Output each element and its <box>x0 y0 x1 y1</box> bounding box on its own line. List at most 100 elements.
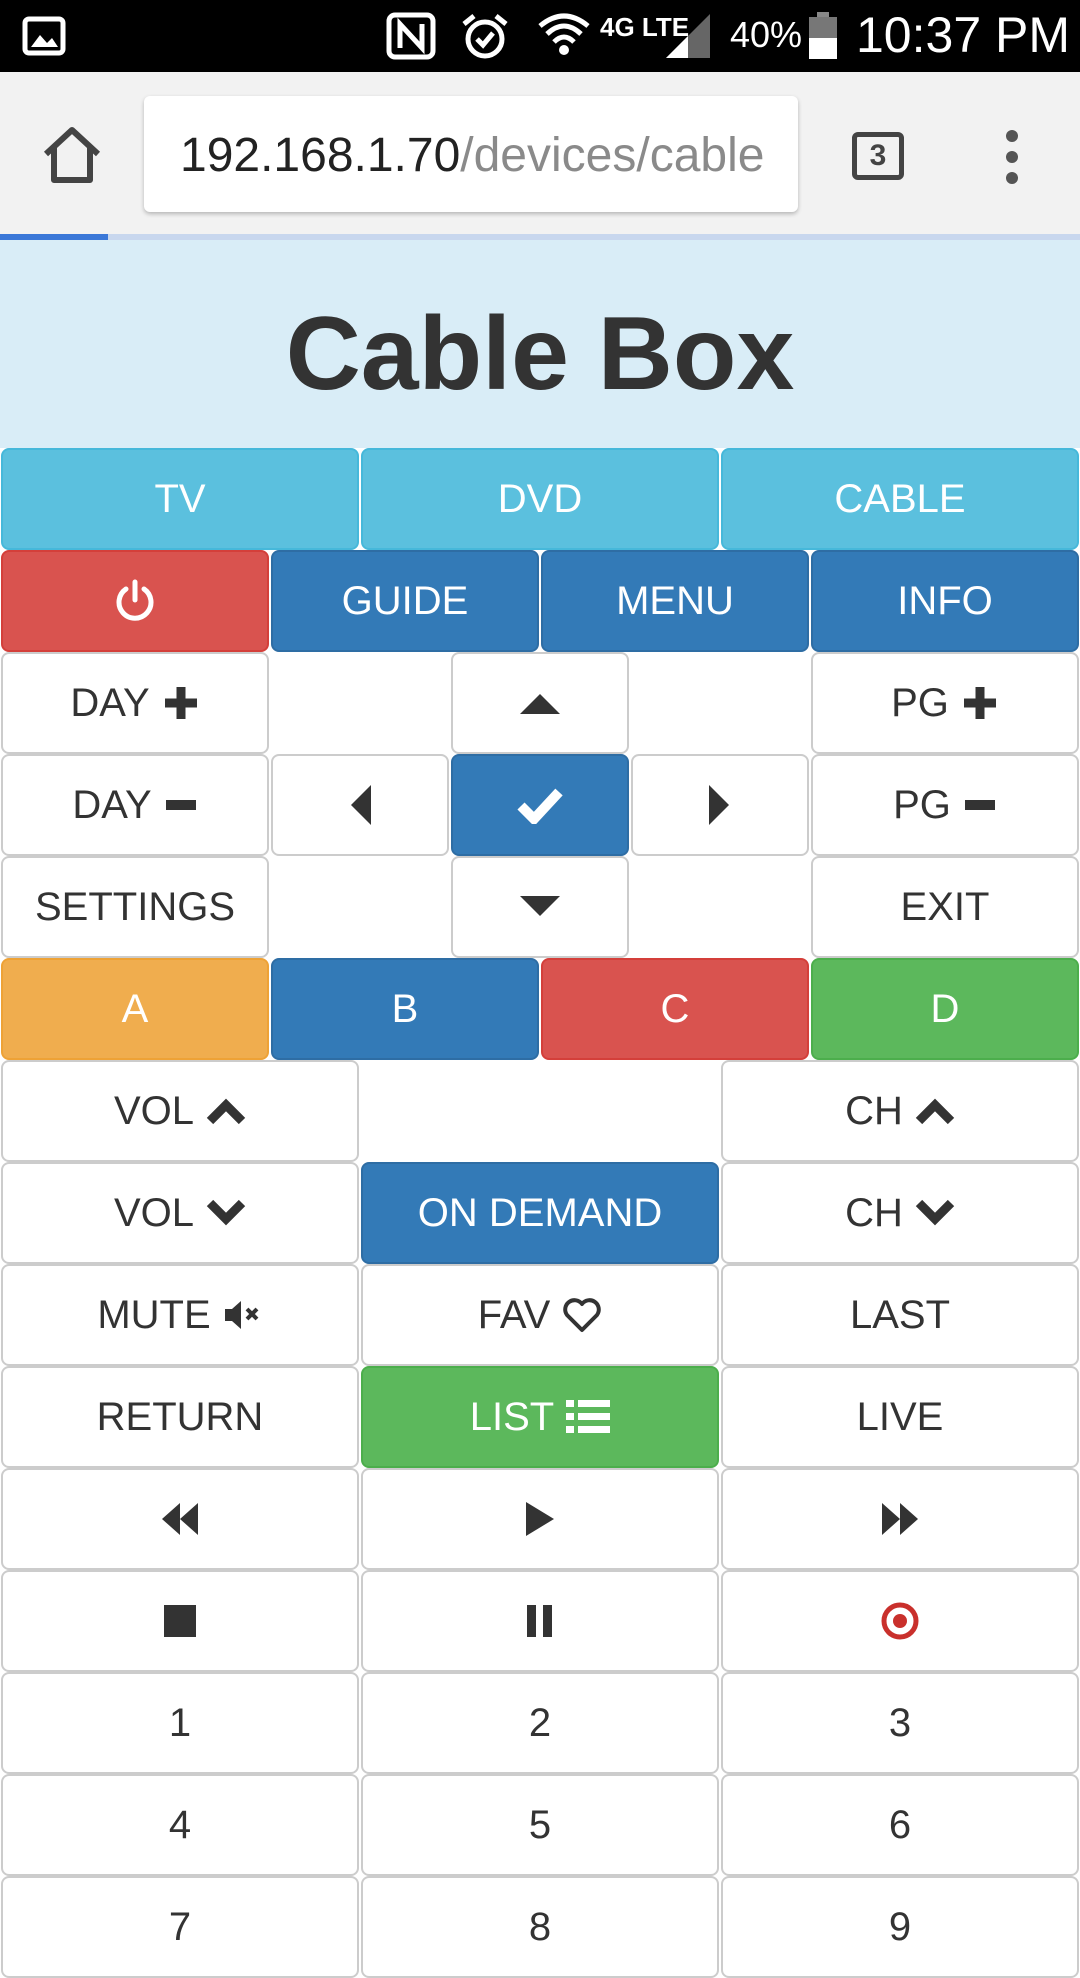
live-button[interactable]: LIVE <box>721 1366 1079 1468</box>
alarm-icon <box>462 14 508 59</box>
on-demand-button[interactable]: ON DEMAND <box>361 1162 719 1264</box>
day-plus-button[interactable]: DAY <box>1 652 269 754</box>
number-7-button[interactable]: 7 <box>1 1876 359 1978</box>
number-2-button[interactable]: 2 <box>361 1672 719 1774</box>
mute-label: MUTE <box>97 1292 211 1337</box>
chevron-down-icon <box>915 1199 955 1226</box>
channel-down-label: CH <box>845 1190 903 1235</box>
wifi-icon <box>538 13 590 55</box>
status-bar: 4G LTE 40% 10:37 PM <box>0 0 1080 72</box>
number-1-button[interactable]: 1 <box>1 1672 359 1774</box>
caret-up-icon <box>520 694 560 714</box>
ok-button[interactable] <box>451 754 629 856</box>
plus-icon <box>963 687 996 719</box>
chevron-up-icon <box>915 1098 955 1125</box>
gallery-icon <box>22 16 66 56</box>
play-button[interactable] <box>361 1468 719 1570</box>
favorite-label: FAV <box>477 1292 551 1337</box>
browser-toolbar: 192.168.1.70/devices/cable 3 <box>0 72 1080 236</box>
exit-button[interactable]: EXIT <box>811 856 1079 958</box>
play-icon <box>526 1502 554 1536</box>
last-button[interactable]: LAST <box>721 1264 1079 1366</box>
page-minus-label: PG <box>893 782 951 827</box>
check-icon <box>517 788 563 824</box>
pause-icon <box>527 1605 552 1637</box>
number-3-button[interactable]: 3 <box>721 1672 1079 1774</box>
page-plus-label: PG <box>891 680 949 725</box>
url-host: 192.168.1.70 <box>180 129 461 182</box>
caret-down-icon <box>520 896 560 916</box>
clock: 10:37 PM <box>856 7 1071 63</box>
pause-button[interactable] <box>361 1570 719 1672</box>
number-6-button[interactable]: 6 <box>721 1774 1079 1876</box>
settings-button[interactable]: SETTINGS <box>1 856 269 958</box>
page-title: Cable Box <box>285 296 795 412</box>
home-icon[interactable] <box>36 120 108 192</box>
rewind-button[interactable] <box>1 1468 359 1570</box>
color-b-button[interactable]: B <box>271 958 539 1060</box>
guide-button[interactable]: GUIDE <box>271 550 539 652</box>
list-label: LIST <box>469 1394 555 1439</box>
battery-icon <box>809 12 837 59</box>
mute-button[interactable]: MUTE <box>1 1264 359 1366</box>
minus-icon <box>165 800 196 810</box>
caret-left-icon <box>351 785 371 825</box>
mute-icon <box>224 1301 259 1329</box>
page-header: Cable Box <box>0 240 1080 448</box>
chevron-up-icon <box>206 1098 246 1125</box>
favorite-button[interactable]: FAV <box>361 1264 719 1366</box>
caret-right-icon <box>709 785 729 825</box>
nav-right-button[interactable] <box>631 754 809 856</box>
stop-button[interactable] <box>1 1570 359 1672</box>
nav-left-button[interactable] <box>271 754 449 856</box>
url-path: /devices/cable <box>460 129 765 182</box>
color-a-button[interactable]: A <box>1 958 269 1060</box>
record-button[interactable] <box>721 1570 1079 1672</box>
menu-button[interactable]: MENU <box>541 550 809 652</box>
volume-up-button[interactable]: VOL <box>1 1060 359 1162</box>
day-minus-button[interactable]: DAY <box>1 754 269 856</box>
power-button[interactable] <box>1 550 269 652</box>
info-button[interactable]: INFO <box>811 550 1079 652</box>
channel-up-button[interactable]: CH <box>721 1060 1079 1162</box>
list-button[interactable]: LIST <box>361 1366 719 1468</box>
remote-control: TV DVD CABLE GUIDE MENU INFO DAY PG DAY … <box>0 448 1080 1978</box>
battery-percent: 40% <box>730 14 803 55</box>
heart-icon <box>563 1298 602 1332</box>
number-9-button[interactable]: 9 <box>721 1876 1079 1978</box>
fast-forward-icon <box>882 1503 918 1535</box>
device-cable-button[interactable]: CABLE <box>721 448 1079 550</box>
record-icon <box>881 1602 919 1640</box>
chevron-down-icon <box>206 1199 246 1226</box>
device-dvd-button[interactable]: DVD <box>361 448 719 550</box>
volume-down-label: VOL <box>113 1190 195 1235</box>
volume-down-button[interactable]: VOL <box>1 1162 359 1264</box>
number-5-button[interactable]: 5 <box>361 1774 719 1876</box>
address-bar[interactable]: 192.168.1.70/devices/cable <box>144 96 798 212</box>
minus-icon <box>964 800 995 810</box>
color-d-button[interactable]: D <box>811 958 1079 1060</box>
fast-forward-button[interactable] <box>721 1468 1079 1570</box>
nav-down-button[interactable] <box>451 856 629 958</box>
day-plus-label: DAY <box>70 680 150 725</box>
overflow-menu-icon[interactable] <box>1000 130 1024 186</box>
tab-switcher-button[interactable]: 3 <box>852 132 904 180</box>
list-icon <box>566 1400 611 1433</box>
channel-up-label: CH <box>845 1088 903 1133</box>
number-4-button[interactable]: 4 <box>1 1774 359 1876</box>
device-tv-button[interactable]: TV <box>1 448 359 550</box>
stop-icon <box>164 1605 196 1637</box>
nav-up-button[interactable] <box>451 652 629 754</box>
url-text: 192.168.1.70/devices/cable <box>180 128 764 183</box>
return-button[interactable]: RETURN <box>1 1366 359 1468</box>
color-c-button[interactable]: C <box>541 958 809 1060</box>
page-minus-button[interactable]: PG <box>811 754 1079 856</box>
signal-icon <box>666 14 710 58</box>
channel-down-button[interactable]: CH <box>721 1162 1079 1264</box>
number-8-button[interactable]: 8 <box>361 1876 719 1978</box>
page-plus-button[interactable]: PG <box>811 652 1079 754</box>
volume-up-label: VOL <box>113 1088 195 1133</box>
